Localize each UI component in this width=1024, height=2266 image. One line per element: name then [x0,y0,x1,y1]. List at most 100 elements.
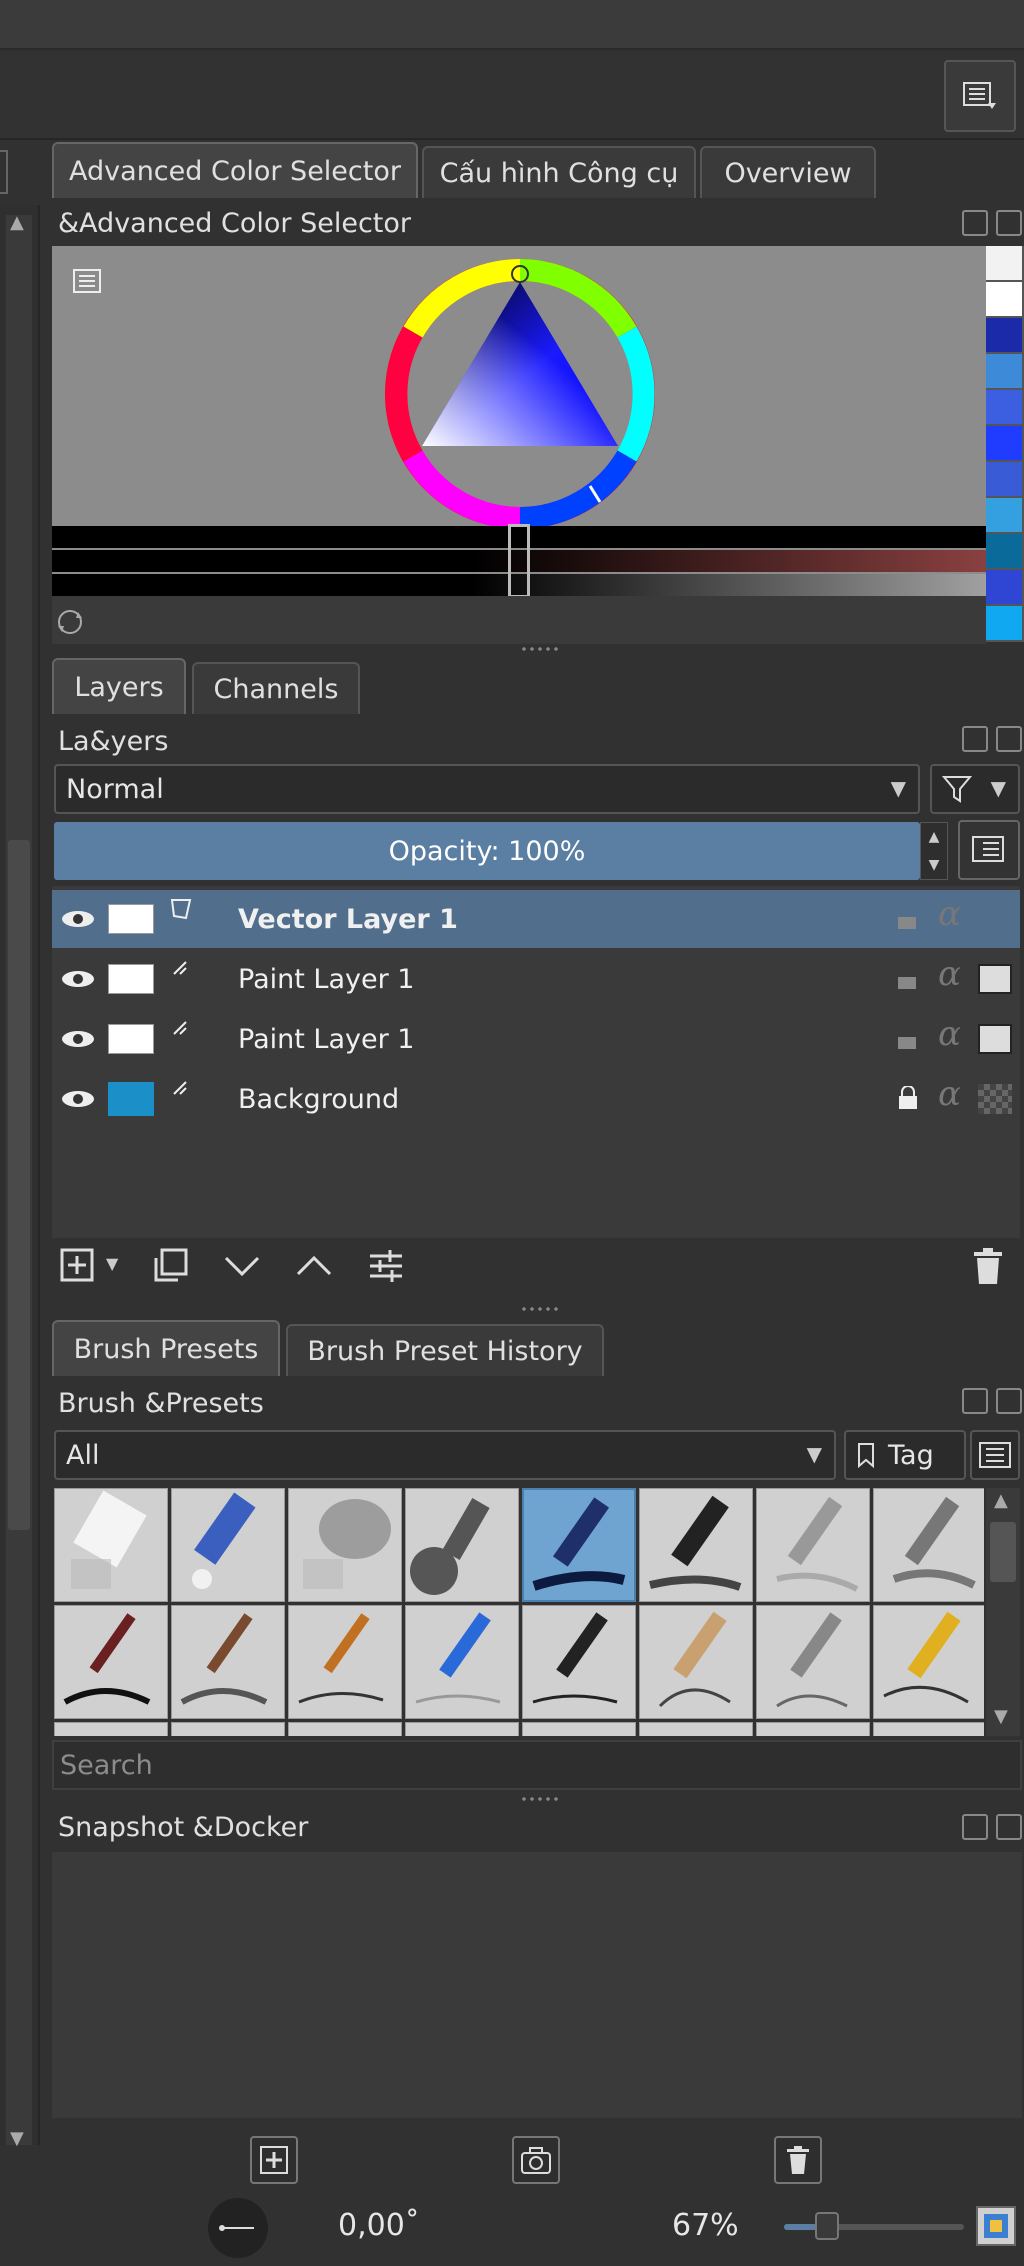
brush-preset-row3-4[interactable] [405,1722,519,1736]
delete-layer-button[interactable] [964,1242,1012,1290]
alpha-lock-icon[interactable]: α [938,894,961,934]
docker-menu-button[interactable] [944,60,1016,132]
add-snapshot-button[interactable] [250,2136,298,2184]
brush-preset-eraser-soft[interactable] [288,1488,402,1602]
tab-brush-presets[interactable]: Brush Presets [52,1320,280,1376]
brush-preset-row3-8[interactable] [873,1722,984,1736]
brush-preset-blue-pencil[interactable] [405,1605,519,1719]
close-icon[interactable] [996,210,1022,236]
layer-row-background[interactable]: Background α [52,1070,1020,1128]
refresh-icon[interactable] [54,606,86,638]
brush-preset-row3-7[interactable] [756,1722,870,1736]
swatch-5[interactable] [986,390,1022,424]
brush-preset-pencil-grey[interactable] [756,1488,870,1602]
inherit-alpha-icon[interactable] [978,964,1012,994]
opacity-spinner[interactable]: ▲ ▼ [920,822,948,880]
lock-open-icon[interactable] [896,909,920,929]
swatch-8[interactable] [986,498,1022,532]
scroll-down-icon[interactable]: ▼ [10,2128,24,2149]
tab-tool-options[interactable]: Cấu hình Công cụ [422,146,696,198]
brush-preset-pencil-dark[interactable] [873,1488,984,1602]
visibility-eye-icon[interactable] [60,1029,96,1049]
tag-button[interactable]: Tag [844,1430,966,1480]
opacity-slider[interactable]: Opacity: 100% [54,822,920,880]
rotation-dial[interactable] [208,2198,268,2258]
visibility-eye-icon[interactable] [60,1089,96,1109]
layer-filter-button[interactable]: ▼ [930,764,1020,814]
tab-advanced-color-selector[interactable]: Advanced Color Selector [52,142,418,198]
alpha-lock-icon[interactable]: α [938,954,961,994]
visibility-eye-icon[interactable] [60,909,96,929]
float-icon[interactable] [962,726,988,752]
brush-grid-scrollbar-thumb[interactable] [990,1522,1016,1582]
brush-preset-eraser-2[interactable] [171,1488,285,1602]
swatch-4[interactable] [986,354,1022,388]
layer-row-paint-layer[interactable]: Paint Layer 1 α [52,1010,1020,1068]
brush-preset-wood-pencil[interactable] [639,1605,753,1719]
scroll-up-icon[interactable]: ▲ [10,212,24,233]
brush-preset-marker[interactable] [639,1488,753,1602]
brush-preset-yellow-pencil[interactable] [873,1605,984,1719]
float-icon[interactable] [962,1388,988,1414]
zoom-slider-handle[interactable] [815,2212,840,2240]
color-settings-icon[interactable] [72,268,102,294]
swatch-3[interactable] [986,318,1022,352]
swatch-9[interactable] [986,534,1022,568]
brush-preset-row3-2[interactable] [171,1722,285,1736]
brush-preset-fineliner[interactable] [522,1605,636,1719]
brush-search-input[interactable]: Search [52,1740,1022,1790]
canvas-preview-button[interactable] [976,2206,1016,2246]
tab-channels[interactable]: Channels [192,662,360,714]
close-icon[interactable] [996,1388,1022,1414]
splitter-handle[interactable] [520,1306,560,1312]
brush-preset-eraser-1[interactable] [54,1488,168,1602]
brush-preset-row3-5[interactable] [522,1722,636,1736]
splitter-handle[interactable] [520,1796,560,1802]
scroll-up-icon[interactable]: ▲ [994,1490,1008,1511]
alpha-lock-icon[interactable]: α [938,1014,961,1054]
lock-open-icon[interactable] [896,1029,920,1049]
tab-layers[interactable]: Layers [52,658,186,714]
take-snapshot-button[interactable] [512,2136,560,2184]
blend-mode-select[interactable]: Normal ▼ [54,764,920,814]
layer-row-paint-layer[interactable]: Paint Layer 1 α [52,950,1020,1008]
swatch-2[interactable] [986,282,1022,316]
alpha-lock-icon[interactable]: α [938,1074,961,1114]
splitter-handle[interactable] [520,646,560,652]
brush-preset-row3-1[interactable] [54,1722,168,1736]
zoom-slider[interactable] [784,2212,964,2240]
color-selector-area[interactable] [52,246,986,598]
close-icon[interactable] [996,726,1022,752]
tab-overview[interactable]: Overview [700,146,876,198]
chevron-down-icon[interactable]: ▼ [106,1254,118,1273]
add-layer-button[interactable] [54,1242,102,1290]
layer-row-vector-layer[interactable]: Vector Layer 1 α [52,890,1020,948]
brush-preset-technical-pen[interactable] [756,1605,870,1719]
delete-snapshot-button[interactable] [774,2136,822,2184]
swatch-6[interactable] [986,426,1022,460]
swatch-11[interactable] [986,606,1022,640]
transparency-icon[interactable] [978,1084,1012,1114]
brush-preset-brush-2[interactable] [171,1605,285,1719]
brush-preset-row3-3[interactable] [288,1722,402,1736]
left-scrollbar-thumb[interactable] [8,840,30,1530]
swatch-1[interactable] [986,246,1022,280]
layer-settings-button[interactable] [362,1242,410,1290]
swatch-10[interactable] [986,570,1022,604]
close-icon[interactable] [996,1814,1022,1840]
brush-view-options-button[interactable] [970,1430,1020,1480]
swatch-7[interactable] [986,462,1022,496]
brush-preset-row3-6[interactable] [639,1722,753,1736]
hue-ring-triangle[interactable] [378,252,662,536]
layer-properties-button[interactable] [958,820,1020,880]
lock-open-icon[interactable] [896,969,920,989]
brush-preset-brush-1[interactable] [54,1605,168,1719]
scroll-down-icon[interactable]: ▼ [994,1706,1008,1727]
visibility-eye-icon[interactable] [60,969,96,989]
float-icon[interactable] [962,210,988,236]
move-layer-down-button[interactable] [218,1242,266,1290]
move-layer-up-button[interactable] [290,1242,338,1290]
tab-brush-preset-history[interactable]: Brush Preset History [286,1324,604,1376]
brush-preset-airbrush[interactable] [405,1488,519,1602]
brush-preset-ink-pen-selected[interactable] [522,1488,636,1602]
